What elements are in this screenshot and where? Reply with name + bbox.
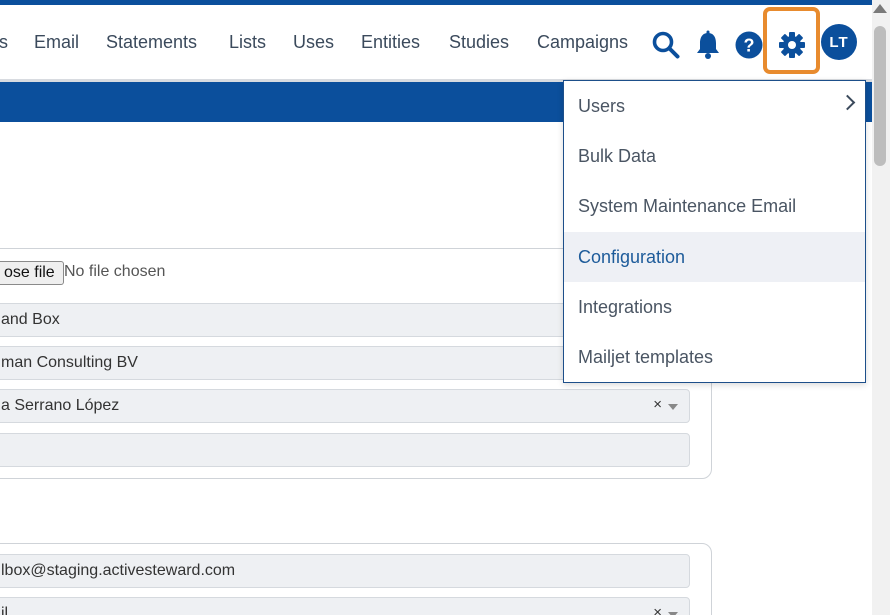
nav-item-studies[interactable]: Studies [449, 32, 509, 53]
form-field-empty[interactable] [0, 433, 690, 467]
nav-item-statements[interactable]: Statements [106, 32, 197, 53]
menu-item-label: Users [578, 95, 626, 116]
menu-item-label: System Maintenance Email [578, 195, 797, 216]
scroll-up-arrow-icon[interactable] [873, 4, 887, 13]
search-icon[interactable] [651, 30, 681, 60]
menu-item-mailjet-templates[interactable]: Mailjet templates [564, 332, 865, 382]
nav-item-lists[interactable]: Lists [229, 32, 266, 53]
menu-item-configuration[interactable]: Configuration [564, 232, 865, 282]
choose-file-button[interactable]: ose file [0, 261, 64, 285]
menu-item-integrations[interactable]: Integrations [564, 282, 865, 332]
main-navbar: s Email Statements Lists Uses Entities S… [0, 5, 872, 79]
menu-item-label: Integrations [578, 296, 673, 317]
menu-item-label: Bulk Data [578, 145, 657, 166]
chevron-right-icon [839, 94, 856, 111]
nav-item-campaigns[interactable]: Campaigns [537, 32, 628, 53]
menu-item-users[interactable]: Users [564, 81, 865, 131]
settings-dropdown-menu: Users Bulk Data System Maintenance Email… [563, 80, 866, 383]
field-value: a Serrano López [1, 397, 120, 414]
gear-focus-outline [763, 7, 820, 74]
svg-text:?: ? [744, 36, 755, 56]
clear-selection-icon[interactable]: × [653, 604, 662, 615]
nav-item-partial[interactable]: s [0, 32, 8, 53]
field-value: and Box [1, 311, 60, 328]
user-avatar[interactable]: LT [821, 24, 857, 60]
nav-item-uses[interactable]: Uses [293, 32, 334, 53]
field-value: lbox@staging.activesteward.com [1, 562, 236, 579]
menu-item-system-maintenance-email[interactable]: System Maintenance Email [564, 181, 865, 231]
nav-item-email[interactable]: Email [34, 32, 79, 53]
help-icon[interactable]: ? [734, 30, 764, 60]
clear-selection-icon[interactable]: × [653, 396, 662, 413]
menu-item-label: Configuration [578, 246, 686, 267]
menu-item-bulk-data[interactable]: Bulk Data [564, 131, 865, 181]
file-status-text: No file chosen [64, 263, 166, 280]
menu-item-label: Mailjet templates [578, 346, 714, 367]
scrollbar-thumb[interactable] [874, 26, 886, 166]
form-select-contact[interactable]: a Serrano López × [0, 389, 690, 423]
chevron-down-icon[interactable] [668, 404, 678, 410]
form-field-sender-email[interactable]: lbox@staging.activesteward.com [0, 554, 690, 588]
field-value: il [1, 605, 9, 615]
form-select-email-type[interactable]: il × [0, 597, 690, 615]
field-value: man Consulting BV [1, 354, 138, 371]
bell-icon[interactable] [693, 30, 723, 60]
nav-item-entities[interactable]: Entities [361, 32, 420, 53]
